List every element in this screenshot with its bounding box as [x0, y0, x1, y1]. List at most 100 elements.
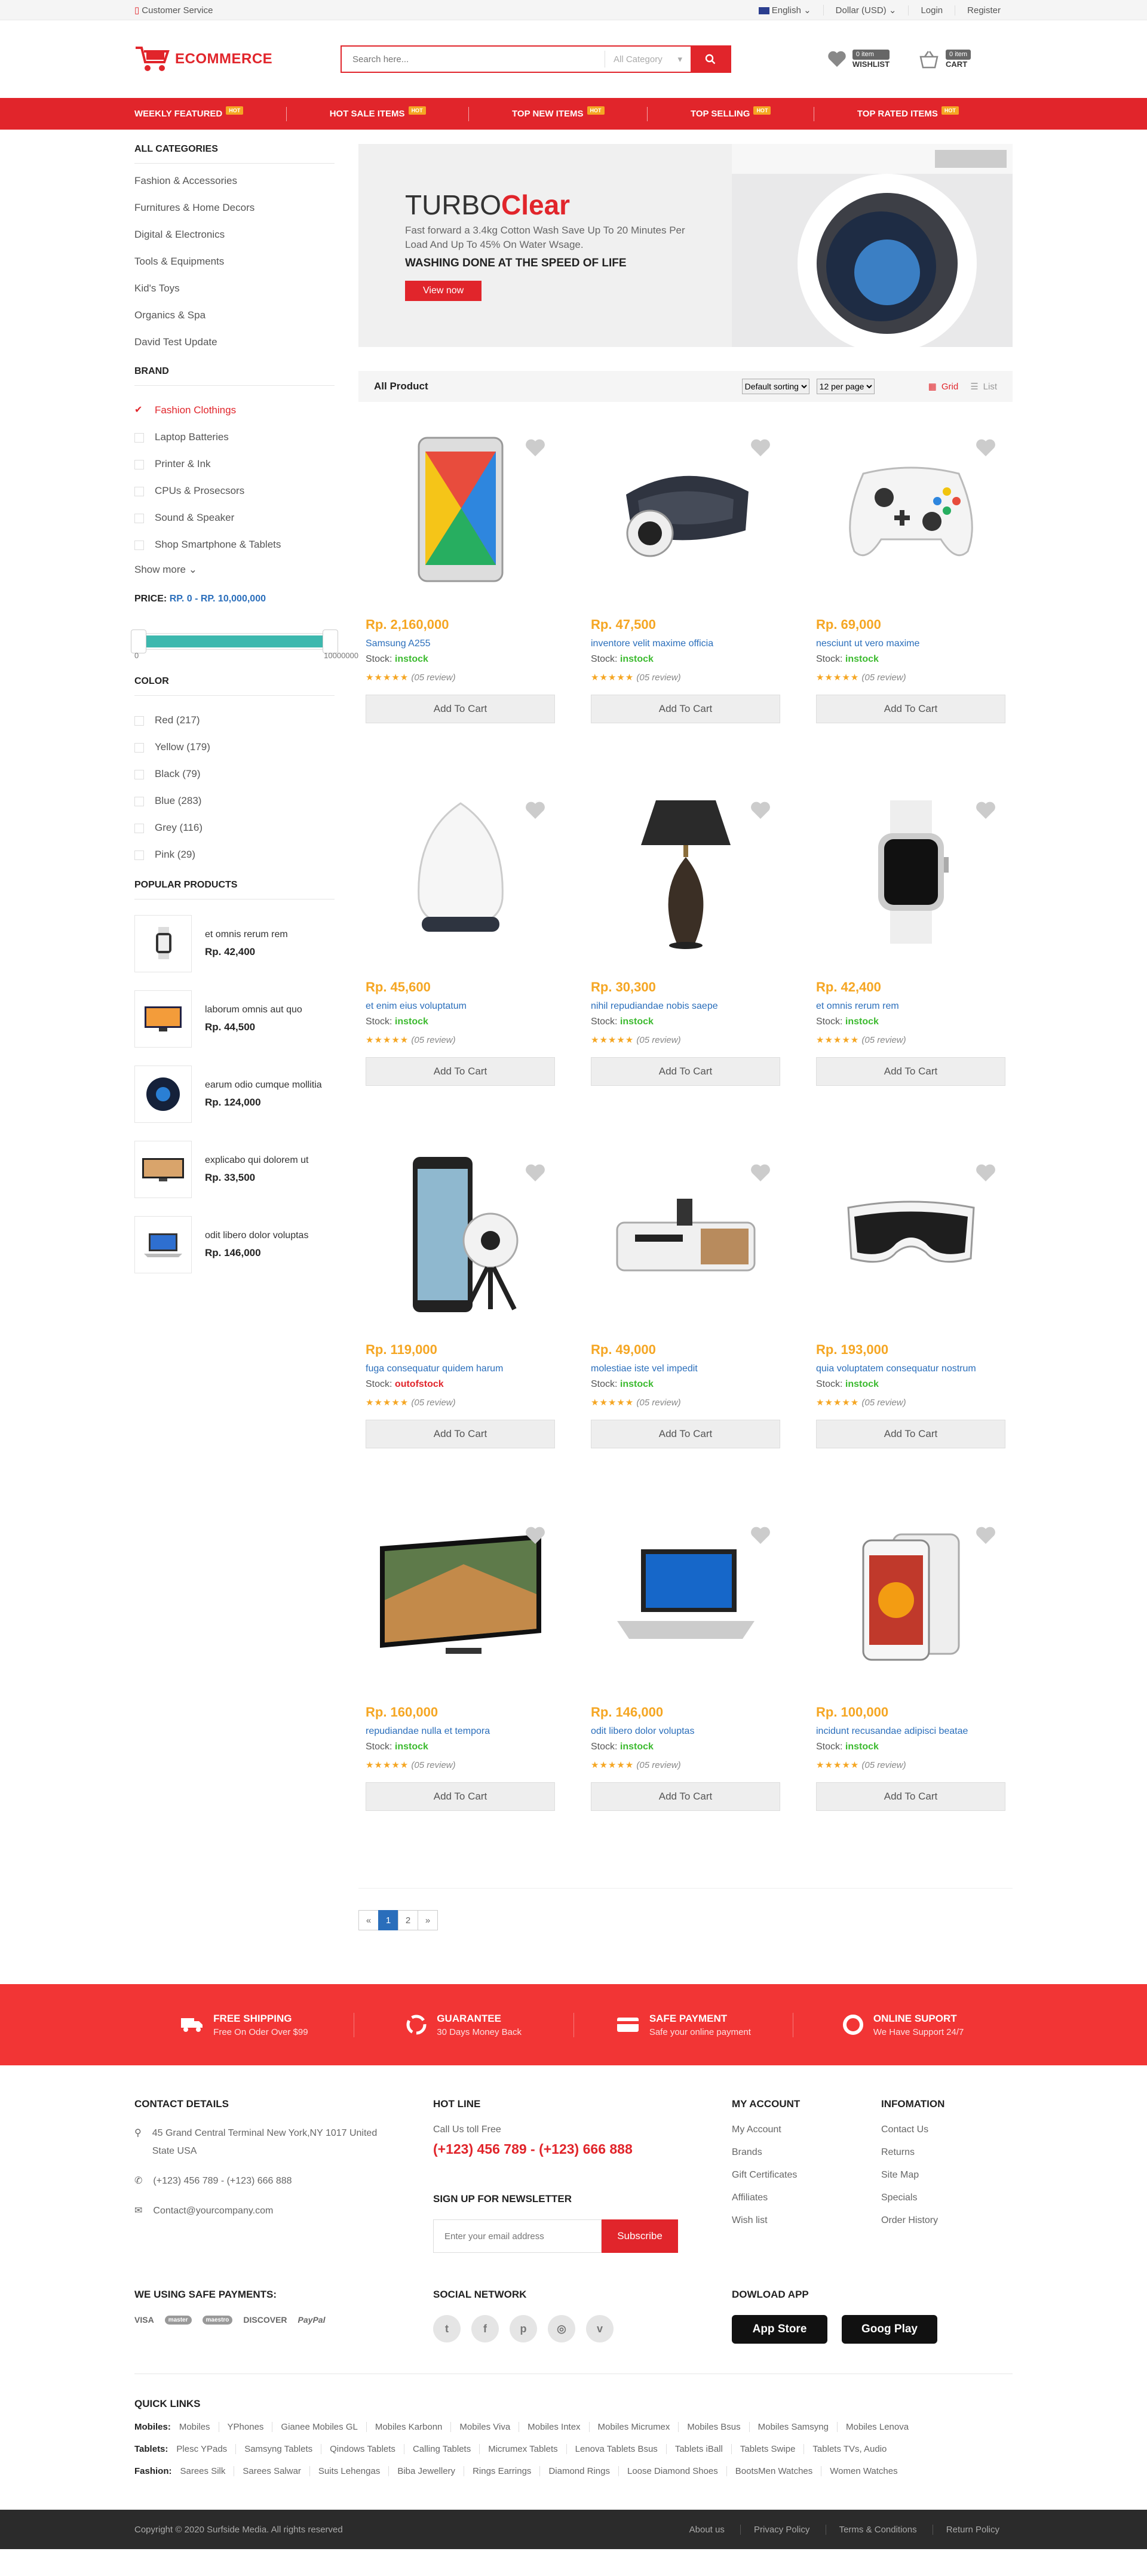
quick-link[interactable]: Tablets Swipe [731, 2444, 805, 2454]
nav-hot-sale[interactable]: HOT SALE ITEMS HOT [330, 106, 426, 119]
instagram-icon[interactable]: ◎ [548, 2315, 575, 2342]
product-name[interactable]: et enim eius voluptatum [366, 1001, 555, 1012]
promo-banner[interactable]: TURBOClear Fast forward a 3.4kg Cotton W… [358, 144, 1013, 347]
product-card[interactable]: Rp. 42,400 et omnis rerum rem Stock: insto… [816, 776, 1005, 1139]
product-card[interactable]: Rp. 100,000 incidunt recusandae adipisci … [816, 1502, 1005, 1864]
quick-link[interactable]: Sarees Silk [171, 2466, 235, 2476]
quick-link[interactable]: Lenova Tablets Bsus [566, 2444, 667, 2454]
footer-link[interactable]: Site Map [881, 2170, 1013, 2181]
hotline-number[interactable]: (+123) 456 789 - (+123) 666 888 [433, 2141, 732, 2157]
category-item[interactable]: Fashion & Accessories [134, 167, 335, 194]
quick-link[interactable]: Women Watches [821, 2466, 906, 2476]
category-item[interactable]: Kid's Toys [134, 275, 335, 302]
subscribe-button[interactable]: Subscribe [602, 2219, 678, 2253]
product-name[interactable]: incidunt recusandae adipisci beatae [816, 1726, 1005, 1737]
color-checkbox[interactable]: Pink (29) [134, 841, 335, 868]
quick-link[interactable]: BootsMen Watches [726, 2466, 822, 2476]
category-item[interactable]: Tools & Equipments [134, 248, 335, 275]
quick-link[interactable]: Diamond Rings [540, 2466, 619, 2476]
add-to-cart-button[interactable]: Add To Cart [816, 695, 1005, 723]
page-button[interactable]: 1 [378, 1910, 398, 1930]
popular-product[interactable]: explicabo qui dolorem ut Rp. 33,500 [134, 1141, 335, 1198]
brand-checkbox[interactable]: CPUs & Prosecsors [134, 477, 335, 504]
quick-link[interactable]: Sarees Salwar [234, 2466, 310, 2476]
add-to-cart-button[interactable]: Add To Cart [591, 695, 780, 723]
quick-link[interactable]: Qindows Tablets [321, 2444, 404, 2454]
bottom-link[interactable]: Privacy Policy [740, 2524, 823, 2535]
add-to-cart-button[interactable]: Add To Cart [366, 1057, 555, 1086]
wishlist-heart-icon[interactable] [976, 1527, 996, 1545]
wishlist-heart-icon[interactable] [750, 1527, 771, 1545]
popular-product[interactable]: et omnis rerum rem Rp. 42,400 [134, 915, 335, 972]
product-name[interactable]: repudiandae nulla et tempora [366, 1726, 555, 1737]
product-name[interactable]: molestiae iste vel impedit [591, 1364, 780, 1374]
bottom-link[interactable]: Return Policy [932, 2524, 1013, 2535]
per-page-select[interactable]: 12 per page [816, 379, 875, 394]
footer-link[interactable]: Specials [881, 2193, 1013, 2203]
footer-link[interactable]: Brands [732, 2147, 881, 2158]
wishlist-heart-icon[interactable] [976, 1164, 996, 1182]
footer-link[interactable]: Order History [881, 2215, 1013, 2226]
brand-checkbox[interactable]: Printer & Ink [134, 450, 335, 477]
popular-product[interactable]: earum odio cumque mollitia Rp. 124,000 [134, 1066, 335, 1123]
quick-link[interactable]: YPhones [219, 2422, 273, 2432]
quick-link[interactable]: Mobiles Bsus [679, 2422, 750, 2432]
quick-link[interactable]: Tablets iBall [666, 2444, 732, 2454]
price-slider[interactable]: 0 10000000 [131, 622, 358, 660]
wishlist-link[interactable]: 0 item WISHLIST [827, 50, 890, 69]
slider-max-handle[interactable] [323, 630, 338, 653]
cart-link[interactable]: 0 item CART [918, 50, 971, 69]
add-to-cart-button[interactable]: Add To Cart [366, 1420, 555, 1448]
color-checkbox[interactable]: Grey (116) [134, 814, 335, 841]
product-card[interactable]: Rp. 119,000 fuga consequatur quidem harum… [366, 1139, 555, 1502]
quick-link[interactable]: Mobiles Lenova [838, 2422, 917, 2432]
product-card[interactable]: Rp. 193,000 quia voluptatem consequatur n… [816, 1139, 1005, 1502]
quick-link[interactable]: Calling Tablets [404, 2444, 480, 2454]
color-checkbox[interactable]: Black (79) [134, 760, 335, 787]
bottom-link[interactable]: About us [676, 2525, 738, 2535]
wishlist-heart-icon[interactable] [750, 1164, 771, 1182]
wishlist-heart-icon[interactable] [750, 439, 771, 457]
product-name[interactable]: fuga consequatur quidem harum [366, 1364, 555, 1374]
quick-link[interactable]: Mobiles [170, 2422, 219, 2432]
wishlist-heart-icon[interactable] [525, 1164, 545, 1182]
popular-product[interactable]: odit libero dolor voluptas Rp. 146,000 [134, 1216, 335, 1273]
category-item[interactable]: Organics & Spa [134, 302, 335, 328]
slider-min-handle[interactable] [131, 630, 146, 653]
register-link[interactable]: Register [955, 5, 1013, 16]
search-input[interactable] [342, 47, 605, 72]
nav-top-rated[interactable]: TOP RATED ITEMS HOT [857, 106, 959, 119]
wishlist-heart-icon[interactable] [976, 439, 996, 457]
add-to-cart-button[interactable]: Add To Cart [816, 1782, 1005, 1811]
color-checkbox[interactable]: Yellow (179) [134, 733, 335, 760]
add-to-cart-button[interactable]: Add To Cart [816, 1420, 1005, 1448]
quick-link[interactable]: Mobiles Micrumex [589, 2422, 679, 2432]
product-card[interactable]: Rp. 69,000 nesciunt ut vero maxime Stock: … [816, 414, 1005, 776]
brand-checkbox[interactable]: Laptop Batteries [134, 423, 335, 450]
wishlist-heart-icon[interactable] [525, 802, 545, 819]
quick-link[interactable]: Rings Earrings [464, 2466, 541, 2476]
logo[interactable]: ECOMMERCE [134, 45, 341, 73]
color-checkbox[interactable]: Blue (283) [134, 787, 335, 814]
sort-select[interactable]: Default sorting [741, 379, 809, 394]
google-play-button[interactable]: Goog Play [842, 2315, 937, 2344]
product-card[interactable]: Rp. 146,000 odit libero dolor voluptas Sto… [591, 1502, 780, 1864]
product-name[interactable]: et omnis rerum rem [816, 1001, 1005, 1012]
wishlist-heart-icon[interactable] [750, 802, 771, 819]
quick-link[interactable]: Mobiles Karbonn [366, 2422, 452, 2432]
footer-link[interactable]: Gift Certificates [732, 2170, 881, 2181]
category-item[interactable]: Digital & Electronics [134, 221, 335, 248]
category-select[interactable]: All Category ▾ [605, 51, 691, 67]
product-card[interactable]: Rp. 160,000 repudiandae nulla et tempora S… [366, 1502, 555, 1864]
footer-link[interactable]: Wish list [732, 2215, 881, 2226]
vimeo-icon[interactable]: v [586, 2315, 614, 2342]
quick-link[interactable]: Biba Jewellery [389, 2466, 465, 2476]
app-store-button[interactable]: App Store [732, 2315, 827, 2344]
category-item[interactable]: Furnitures & Home Decors [134, 194, 335, 221]
product-name[interactable]: quia voluptatem consequatur nostrum [816, 1364, 1005, 1374]
category-item[interactable]: David Test Update [134, 328, 335, 355]
quick-link[interactable]: Mobiles Intex [519, 2422, 590, 2432]
add-to-cart-button[interactable]: Add To Cart [591, 1782, 780, 1811]
language-select[interactable]: English ⌄ [747, 5, 823, 16]
product-name[interactable]: nesciunt ut vero maxime [816, 638, 1005, 649]
